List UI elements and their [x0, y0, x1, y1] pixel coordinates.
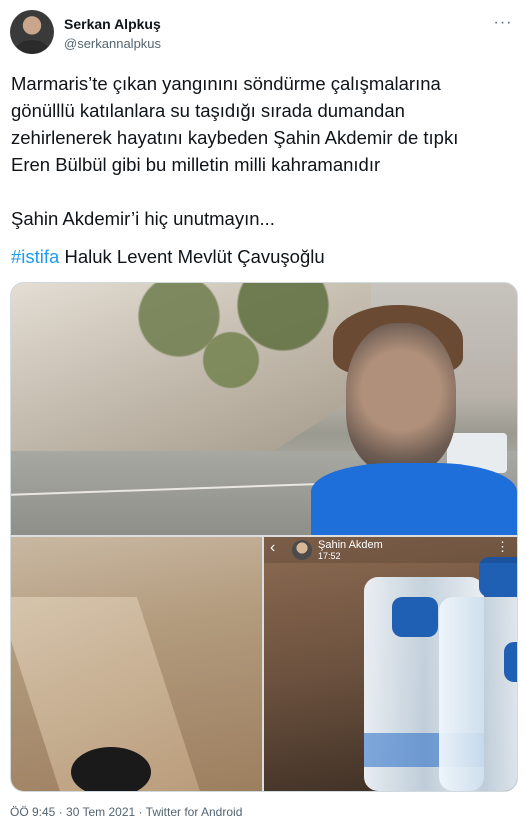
- selfie-shirt: [311, 463, 517, 535]
- media-grid: ‹ Şahin Akdem 17:52 ⋮: [10, 282, 518, 792]
- trees: [101, 283, 361, 393]
- story-time: 17:52: [318, 551, 341, 561]
- more-horizontal-icon[interactable]: ···: [491, 14, 515, 34]
- bottle-cap: [479, 557, 517, 597]
- tweet-tags: #istifa Haluk Levent Mevlüt Çavuşoğlu: [11, 243, 325, 270]
- tweet-date[interactable]: 30 Tem 2021: [66, 805, 135, 819]
- tags-text: Haluk Levent Mevlüt Çavuşoğlu: [59, 246, 325, 267]
- avatar[interactable]: [10, 10, 54, 54]
- motorcycle-mirror: [71, 747, 151, 791]
- user-name[interactable]: Serkan Alpkuş: [64, 16, 161, 32]
- photo-water-bottles[interactable]: ‹ Şahin Akdem 17:52 ⋮: [264, 537, 517, 791]
- photo-selfie[interactable]: [11, 283, 517, 535]
- tweet-header: Serkan Alpkuş @serkannalpkus ···: [10, 10, 515, 60]
- story-name: Şahin Akdem: [318, 539, 383, 551]
- bottle-cap: [504, 642, 517, 682]
- bottle-cap: [392, 597, 438, 637]
- chevron-left-icon[interactable]: ‹: [270, 539, 275, 557]
- separator: ·: [55, 805, 67, 819]
- selfie-face: [346, 323, 456, 473]
- story-avatar: [292, 540, 312, 560]
- tweet-time[interactable]: ÖÖ 9:45: [10, 805, 55, 819]
- user-handle[interactable]: @serkannalpkus: [64, 36, 161, 51]
- hashtag-link[interactable]: #istifa: [11, 246, 59, 267]
- tweet-footer: ÖÖ 9:45 · 30 Tem 2021 · Twitter for Andr…: [10, 805, 242, 819]
- photo-dirt-road[interactable]: [11, 537, 262, 791]
- more-vertical-icon[interactable]: ⋮: [496, 539, 509, 555]
- separator: ·: [135, 805, 146, 819]
- bottle: [439, 597, 517, 791]
- tweet-text: Marmaris’te çıkan yangınını söndürme çal…: [11, 73, 459, 229]
- story-header: ‹ Şahin Akdem 17:52 ⋮: [264, 537, 517, 563]
- tweet-source[interactable]: Twitter for Android: [146, 805, 243, 819]
